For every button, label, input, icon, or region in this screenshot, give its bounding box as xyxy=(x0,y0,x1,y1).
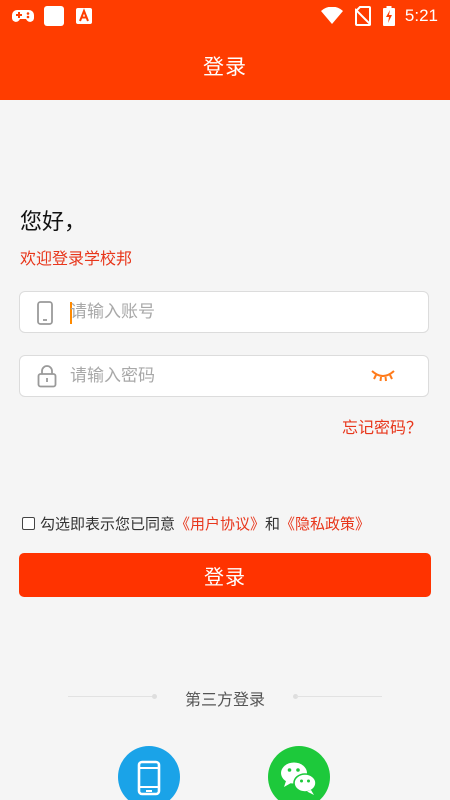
password-field[interactable] xyxy=(19,355,429,397)
agreement-prefix: 勾选即表示您已同意 xyxy=(40,515,176,533)
agreement-conjunction: 和 xyxy=(265,515,281,533)
header: 登录 xyxy=(0,32,450,100)
forgot-password-link[interactable]: 忘记密码？ xyxy=(342,414,422,438)
lock-icon xyxy=(37,364,57,392)
wifi-icon xyxy=(320,7,343,25)
login-page: 5:21 登录 您好， 欢迎登录学校邦 请输入账号 忘记密码？ 勾选即表示您已同… xyxy=(0,0,450,800)
app-square-icon xyxy=(44,6,64,26)
login-button[interactable]: 登录 xyxy=(19,553,431,597)
agreement-row: 勾选即表示您已同意 《用户协议》 和 《隐私政策》 xyxy=(22,513,370,534)
third-party-label: 第三方登录 xyxy=(184,690,265,709)
user-agreement-link[interactable]: 《用户协议》 xyxy=(175,513,265,534)
greeting-text: 您好， xyxy=(20,210,87,235)
game-controller-icon xyxy=(12,8,34,24)
account-field[interactable] xyxy=(19,291,429,333)
wechat-icon xyxy=(281,762,317,795)
a-app-icon xyxy=(76,8,92,24)
account-input[interactable] xyxy=(68,298,370,326)
status-time: 5:21 xyxy=(404,6,438,25)
divider-line-right xyxy=(296,696,382,697)
page-title: 登录 xyxy=(203,55,247,79)
eye-closed-icon[interactable] xyxy=(370,367,396,387)
phone-login-icon xyxy=(137,760,161,796)
privacy-policy-link[interactable]: 《隐私政策》 xyxy=(280,513,370,534)
phone-icon xyxy=(37,301,53,329)
phone-login-button[interactable] xyxy=(118,746,180,800)
third-party-divider: 第三方登录 xyxy=(0,686,450,709)
wechat-login-button[interactable] xyxy=(268,746,330,800)
welcome-subtitle: 欢迎登录学校邦 xyxy=(20,249,133,268)
battery-charging-icon xyxy=(382,6,395,26)
agreement-checkbox[interactable] xyxy=(22,517,35,530)
password-input[interactable] xyxy=(68,362,370,390)
no-sim-icon xyxy=(354,6,371,26)
status-bar: 5:21 xyxy=(0,0,450,32)
